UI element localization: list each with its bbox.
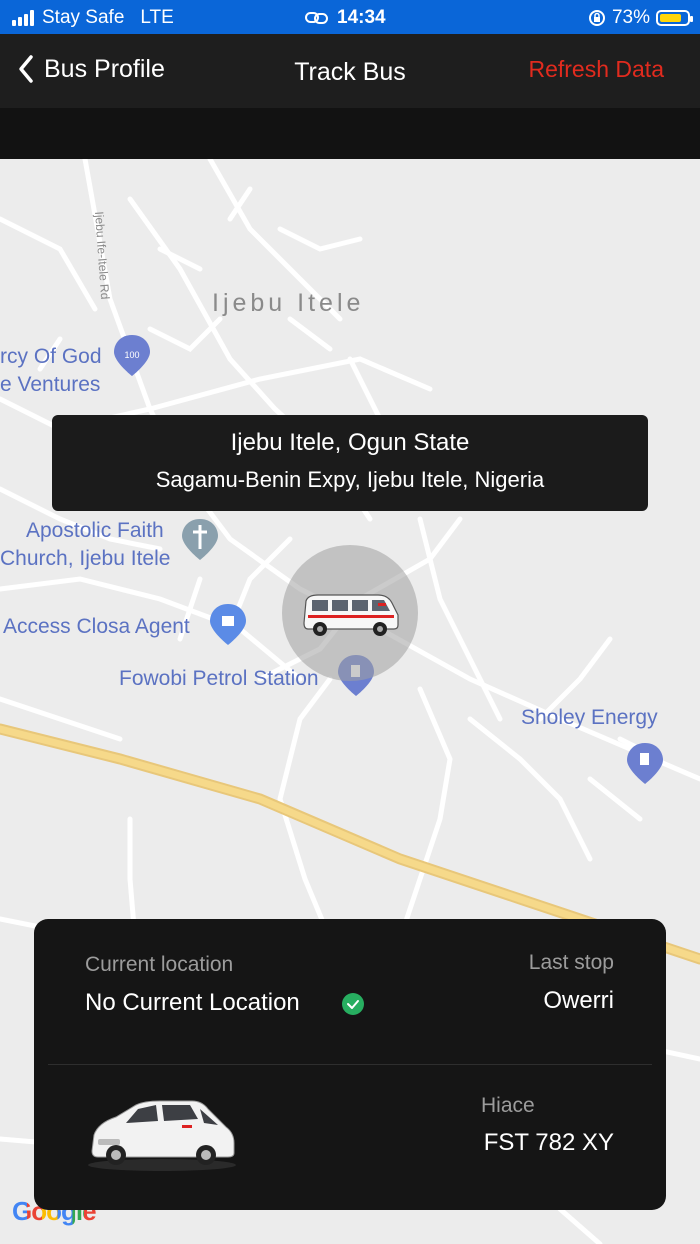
- carrier-name: Stay Safe: [42, 7, 125, 28]
- status-bar: Stay Safe LTE 14:34 73%: [0, 0, 700, 34]
- status-center: 14:34: [305, 7, 386, 29]
- place-label-mercy-1: rcy Of God: [0, 345, 102, 368]
- tooltip-address: Sagamu-Benin Expy, Ijebu Itele, Nigeria: [155, 467, 545, 492]
- clock: 14:34: [337, 7, 386, 28]
- place-label-apostolic-1: Apostolic Faith: [26, 519, 164, 542]
- battery-percent: 73%: [611, 7, 650, 28]
- shopping-pin-icon: [210, 604, 246, 645]
- status-left: Stay Safe LTE: [12, 7, 174, 29]
- bus-marker[interactable]: [282, 545, 418, 681]
- place-label-apostolic-2: Church, Ijebu Itele: [0, 547, 171, 570]
- battery-icon: [656, 10, 693, 26]
- area-name-label: Ijebu Itele: [212, 289, 365, 317]
- bus-info-card: Current location No Current Location Las…: [34, 919, 666, 1210]
- bus-icon: [303, 594, 399, 636]
- status-right: 73%: [588, 7, 693, 29]
- tooltip-title: Ijebu Itele, Ogun State: [230, 429, 470, 456]
- last-stop-value: Owerri: [543, 987, 614, 1014]
- navigation-bar: Bus Profile Track Bus Refresh Data: [0, 34, 700, 108]
- last-stop-label: Last stop: [528, 951, 614, 974]
- card-divider: [48, 1064, 652, 1065]
- vehicle-model-label: Hiace: [481, 1094, 535, 1117]
- church-pin-icon: [182, 519, 218, 560]
- current-location-value: No Current Location: [85, 989, 300, 1016]
- current-location-label: Current location: [85, 953, 234, 976]
- link-icon: [305, 12, 328, 24]
- signal-icon: [12, 10, 34, 26]
- location-tooltip: Ijebu Itele, Ogun State Sagamu-Benin Exp…: [52, 415, 648, 511]
- fuel-pin-icon-2: [627, 743, 663, 784]
- refresh-data-button[interactable]: Refresh Data: [528, 56, 664, 83]
- network-type: LTE: [140, 7, 174, 28]
- place-label-access: Access Closa Agent: [3, 615, 190, 638]
- place-label-mercy-2: e Ventures: [0, 373, 101, 396]
- check-circle-icon: [342, 993, 364, 1015]
- header-spacer: [0, 108, 700, 159]
- bus-stop-pin-icon: 100: [114, 335, 150, 376]
- orientation-lock-icon: [588, 10, 605, 26]
- pin-badge-text: 100: [124, 350, 139, 360]
- vehicle-image: [88, 1100, 236, 1171]
- plate-number: FST 782 XY: [483, 1129, 614, 1156]
- place-label-sholey: Sholey Energy: [521, 706, 658, 729]
